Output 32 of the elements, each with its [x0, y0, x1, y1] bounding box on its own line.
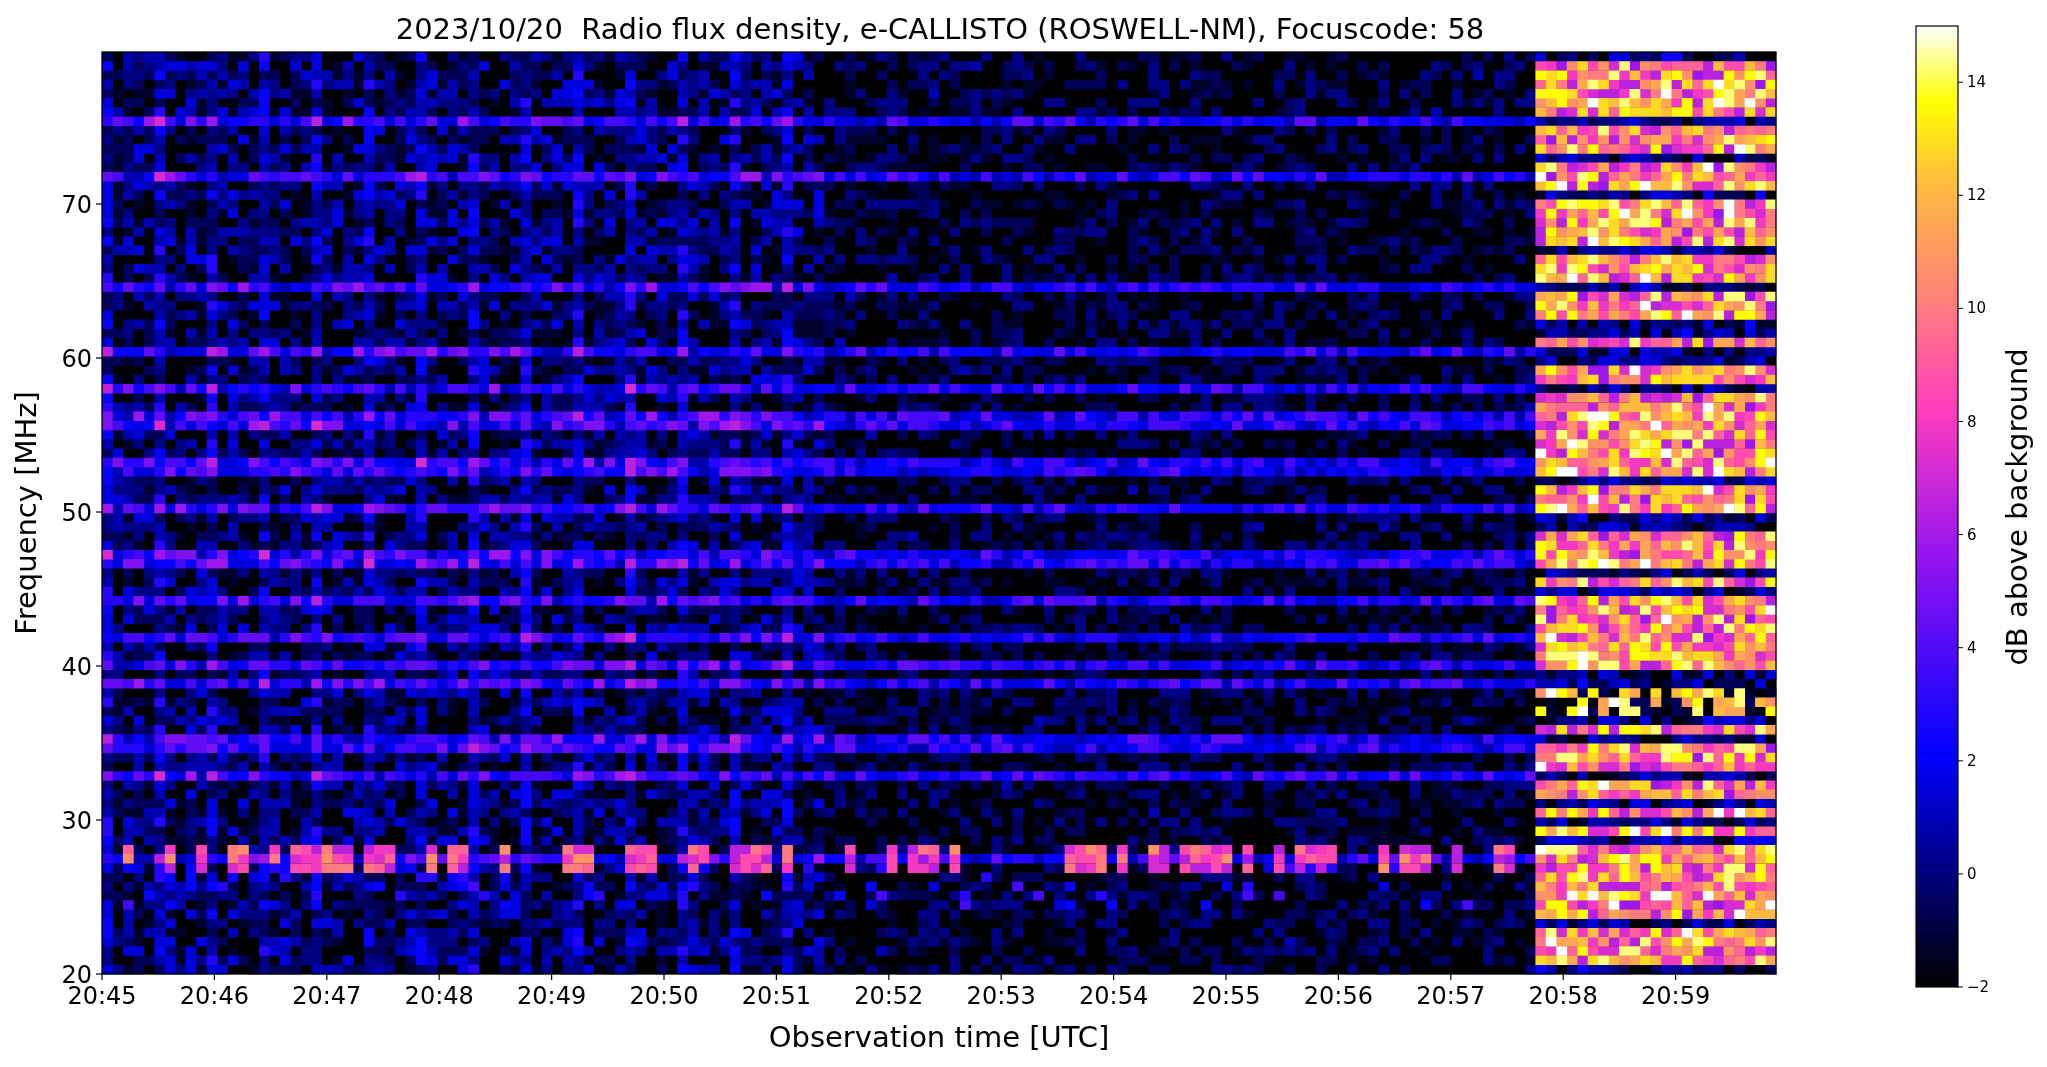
y-tick-label: 60: [61, 345, 92, 373]
colorbar-label: dB above background: [2000, 348, 2034, 666]
x-tick-label: 20:47: [292, 982, 362, 1010]
colorbar-tick-label: 4: [1967, 638, 1977, 657]
y-tick-label: 50: [61, 499, 92, 527]
colorbar-tick-label: 2: [1967, 751, 1977, 770]
x-tick-label: 20:53: [966, 982, 1036, 1010]
y-tick-label: 30: [61, 807, 92, 835]
colorbar-tick-label: 14: [1967, 73, 1987, 92]
y-axis-label: Frequency [MHz]: [9, 391, 43, 635]
colorbar-tick-label: 8: [1967, 412, 1977, 431]
x-axis-label: Observation time [UTC]: [768, 1020, 1110, 1054]
x-tick-label: 20:54: [1079, 982, 1149, 1010]
x-tick-label: 20:56: [1303, 982, 1373, 1010]
x-tick-label: 20:46: [179, 982, 249, 1010]
colorbar-tick-label: 10: [1967, 299, 1987, 318]
x-tick-label: 20:52: [854, 982, 924, 1010]
colorbar-tick-label: −2: [1967, 978, 1990, 996]
x-tick-label: 20:58: [1528, 982, 1598, 1010]
x-tick-label: 20:55: [1191, 982, 1261, 1010]
x-tick-label: 20:48: [404, 982, 474, 1010]
colorbar-tick-label: 12: [1967, 186, 1987, 205]
x-tick-label: 20:50: [629, 982, 699, 1010]
x-tick-label: 20:57: [1416, 982, 1486, 1010]
chart-title: 2023/10/20 Radio flux density, e-CALLISTO (ROSWELL-NM), Focuscode: 58: [395, 12, 1485, 46]
y-tick-label: 70: [61, 191, 92, 219]
y-tick-label: 40: [61, 653, 92, 681]
colorbar-tick-label: 0: [1967, 864, 1977, 883]
x-tick-label: 20:59: [1641, 982, 1711, 1010]
x-tick-label: 20:51: [741, 982, 811, 1010]
x-tick-label: 20:49: [517, 982, 587, 1010]
colorbar-tick-label: 6: [1967, 525, 1977, 544]
